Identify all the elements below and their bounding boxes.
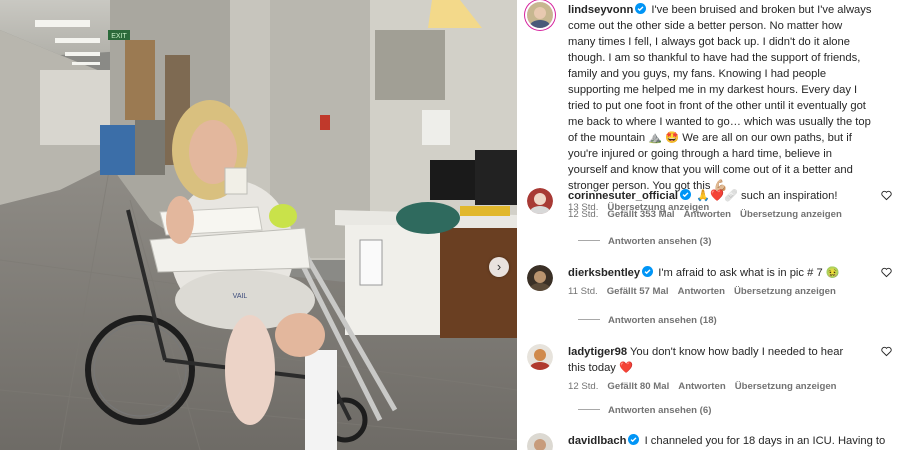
exit-sign-text: EXIT bbox=[111, 33, 127, 40]
comment-text: I channeled you for 18 days in an ICU. H… bbox=[644, 435, 886, 447]
verified-badge-icon bbox=[642, 266, 654, 277]
comment-text: I'm afraid to ask what is in pic # 7 🤢 bbox=[658, 267, 840, 279]
view-replies-label: Antworten ansehen (18) bbox=[608, 315, 717, 326]
view-replies-button[interactable]: Antworten ansehen (3) bbox=[578, 236, 711, 247]
heart-icon[interactable] bbox=[881, 267, 892, 278]
translate-link[interactable]: Übersetzung anzeigen bbox=[740, 209, 842, 220]
reply-button[interactable]: Antworten bbox=[684, 209, 731, 220]
comment-meta: 11 Std. Gefällt 57 Mal Antworten Übersetzun… bbox=[568, 284, 872, 300]
reply-button[interactable]: Antworten bbox=[678, 381, 725, 392]
avatar[interactable] bbox=[527, 344, 553, 370]
verified-badge-icon bbox=[635, 3, 647, 14]
comment-username[interactable]: ladytiger98 bbox=[568, 346, 627, 358]
comments-panel: lindseyvonn I've been bruised and broken… bbox=[517, 0, 900, 450]
comment-username[interactable]: davidlbach bbox=[568, 435, 626, 447]
divider bbox=[578, 409, 600, 410]
avatar[interactable] bbox=[527, 265, 553, 291]
caption-username[interactable]: lindseyvonn bbox=[568, 4, 633, 16]
shorts-print-text: VAIL bbox=[233, 293, 248, 300]
hospital-wheelchair-photo: EXIT VAIL bbox=[0, 0, 517, 450]
comment-time[interactable]: 12 Std. bbox=[568, 381, 598, 392]
heart-icon[interactable] bbox=[881, 190, 892, 201]
reply-button[interactable]: Antworten bbox=[678, 286, 725, 297]
view-replies-label: Antworten ansehen (6) bbox=[608, 405, 712, 416]
view-replies-button[interactable]: Antworten ansehen (18) bbox=[578, 315, 717, 326]
comment-text: 🙏❤️🩹 such an inspiration! bbox=[696, 190, 838, 202]
divider bbox=[578, 240, 600, 241]
translate-link[interactable]: Übersetzung anzeigen bbox=[735, 381, 837, 392]
comment-likes[interactable]: Gefällt 57 Mal bbox=[607, 286, 669, 297]
divider bbox=[578, 319, 600, 320]
translate-link[interactable]: Übersetzung anzeigen bbox=[734, 286, 836, 297]
view-replies-label: Antworten ansehen (3) bbox=[608, 236, 712, 247]
comment-username[interactable]: dierksbentley bbox=[568, 267, 640, 279]
view-replies-button[interactable]: Antworten ansehen (6) bbox=[578, 405, 711, 416]
avatar[interactable] bbox=[527, 433, 553, 450]
next-image-button[interactable]: › bbox=[489, 257, 509, 277]
avatar[interactable] bbox=[527, 188, 553, 214]
comment-time[interactable]: 11 Std. bbox=[568, 286, 598, 297]
comment-meta: 12 Std. Gefällt 353 Mal Antworten Übersetzu… bbox=[568, 207, 872, 223]
post-photo: EXIT VAIL › bbox=[0, 0, 517, 450]
comment-likes[interactable]: Gefällt 353 Mal bbox=[607, 209, 674, 220]
comment-time[interactable]: 12 Std. bbox=[568, 209, 598, 220]
avatar[interactable] bbox=[527, 2, 553, 28]
verified-badge-icon bbox=[628, 434, 640, 445]
verified-badge-icon bbox=[680, 189, 692, 200]
comment-likes[interactable]: Gefällt 80 Mal bbox=[607, 381, 669, 392]
caption-text: I've been bruised and broken but I've al… bbox=[568, 4, 872, 192]
comment-username[interactable]: corinnesuter_official bbox=[568, 190, 678, 202]
comment-meta: 12 Std. Gefällt 80 Mal Antworten Übersetzun… bbox=[568, 379, 858, 395]
heart-icon[interactable] bbox=[881, 346, 892, 357]
